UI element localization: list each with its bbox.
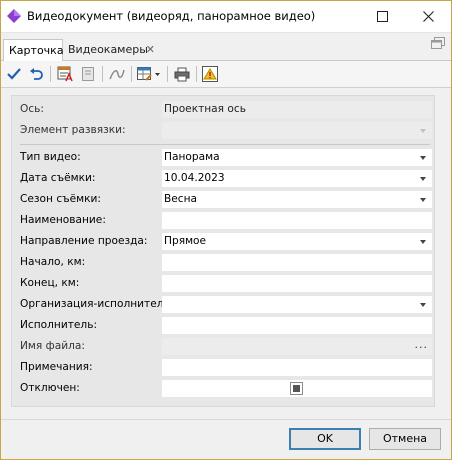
row-axis: Ось: Проектная ось [12, 101, 434, 119]
direction-select[interactable]: Прямое [162, 233, 432, 250]
notes-input[interactable] [162, 359, 432, 376]
ok-button[interactable]: OK [289, 428, 361, 450]
section-divider [20, 144, 430, 145]
cancel-button[interactable]: Отмена [369, 428, 441, 450]
warning-icon [202, 66, 218, 82]
shoot-date-picker[interactable]: 10.04.2023 [162, 170, 432, 187]
close-icon [422, 11, 434, 22]
disabled-label: Отключен: [20, 382, 80, 394]
axis-field: Проектная ось [162, 101, 432, 118]
shoot-season-label: Сезон съёмки: [20, 193, 101, 205]
video-type-value: Панорама [164, 151, 220, 163]
name-input[interactable] [162, 212, 432, 229]
printer-icon [174, 67, 190, 81]
table-settings-icon [137, 67, 160, 81]
video-type-select[interactable]: Панорама [162, 149, 432, 166]
maximize-icon [376, 11, 388, 22]
shoot-season-value: Весна [164, 193, 198, 205]
warning-button[interactable] [200, 64, 220, 84]
row-start-km: Начало, км: [12, 254, 434, 272]
file-name-label: Имя файла: [20, 340, 85, 352]
notes-label: Примечания: [20, 361, 93, 373]
name-label: Наименование: [20, 214, 106, 226]
chevron-down-icon [420, 177, 426, 181]
curve-icon [109, 69, 125, 80]
video-document-icon [7, 9, 21, 23]
tab-card[interactable]: Карточка [3, 39, 64, 61]
card-edit-button[interactable] [55, 64, 75, 84]
toolbar-separator [167, 66, 168, 82]
chevron-down-icon [420, 303, 426, 307]
direction-label: Направление проезда: [20, 235, 148, 247]
chevron-down-icon [420, 129, 426, 133]
row-shoot-date: Дата съёмки: 10.04.2023 [12, 170, 434, 188]
save-check-button[interactable] [4, 64, 24, 84]
row-video-type: Тип видео: Панорама [12, 149, 434, 167]
document-icon [82, 67, 94, 81]
chevron-down-icon [420, 198, 426, 202]
org-label: Организация-исполнитель: [20, 298, 174, 310]
end-km-label: Конец, км: [20, 277, 80, 289]
footer-divider [1, 419, 451, 420]
undo-icon [30, 67, 43, 80]
shoot-date-label: Дата съёмки: [20, 172, 96, 184]
maximize-button[interactable] [359, 1, 405, 32]
org-select[interactable] [162, 296, 432, 313]
form-panel: Ось: Проектная ось Элемент развязки: Тип… [11, 95, 435, 407]
disabled-field [162, 380, 432, 397]
row-direction: Направление проезда: Прямое [12, 233, 434, 251]
card-edit-icon [57, 66, 73, 82]
check-icon [7, 68, 21, 80]
row-name: Наименование: [12, 212, 434, 230]
shoot-date-value: 10.04.2023 [164, 172, 225, 184]
tab-video-cameras-label: Видеокамеры [68, 43, 148, 56]
start-km-label: Начало, км: [20, 256, 86, 268]
axis-label: Ось: [20, 103, 44, 115]
title-bar: Видеодокумент (видеоряд, панорамное виде… [1, 1, 451, 33]
executor-label: Исполнитель: [20, 319, 98, 331]
row-binding-element: Элемент развязки: [12, 122, 434, 140]
undo-button[interactable] [26, 64, 46, 84]
shoot-season-select[interactable]: Весна [162, 191, 432, 208]
browse-ellipsis-button[interactable]: ... [415, 336, 429, 353]
end-km-input[interactable] [162, 275, 432, 292]
row-shoot-season: Сезон съёмки: Весна [12, 191, 434, 209]
tab-strip: Карточка Видеокамеры ✕ [1, 33, 451, 61]
tab-close-icon[interactable]: ✕ [146, 39, 155, 60]
start-km-input[interactable] [162, 254, 432, 271]
binding-element-label: Элемент развязки: [20, 124, 126, 136]
row-org: Организация-исполнитель: [12, 296, 434, 314]
curve-button[interactable] [107, 64, 127, 84]
table-settings-button[interactable] [135, 64, 163, 84]
print-button[interactable] [172, 64, 192, 84]
row-executor: Исполнитель: [12, 317, 434, 335]
window-title: Видеодокумент (видеоряд, панорамное виде… [27, 9, 316, 23]
video-type-label: Тип видео: [20, 151, 81, 163]
chevron-down-icon [420, 156, 426, 160]
toolbar-separator [196, 66, 197, 82]
binding-element-field [162, 122, 432, 139]
document-button[interactable] [78, 64, 98, 84]
row-end-km: Конец, км: [12, 275, 434, 293]
restore-panel-icon[interactable] [431, 37, 445, 49]
tab-video-cameras[interactable]: Видеокамеры ✕ [63, 39, 161, 61]
row-notes: Примечания: [12, 359, 434, 377]
close-button[interactable] [405, 1, 451, 32]
toolbar-separator [50, 66, 51, 82]
row-file-name: Имя файла: ... [12, 338, 434, 356]
tab-card-label: Карточка [9, 44, 64, 57]
file-name-field: ... [162, 338, 432, 355]
toolbar-separator [131, 66, 132, 82]
dialog-window: Видеодокумент (видеоряд, панорамное виде… [0, 0, 452, 460]
toolbar-separator [102, 66, 103, 82]
chevron-down-icon [420, 240, 426, 244]
checkbox-indeterminate-mark [293, 385, 300, 392]
direction-value: Прямое [164, 235, 207, 247]
row-disabled: Отключен: [12, 380, 434, 398]
toolbar [1, 61, 451, 88]
executor-input[interactable] [162, 317, 432, 334]
disabled-checkbox[interactable] [290, 382, 303, 395]
